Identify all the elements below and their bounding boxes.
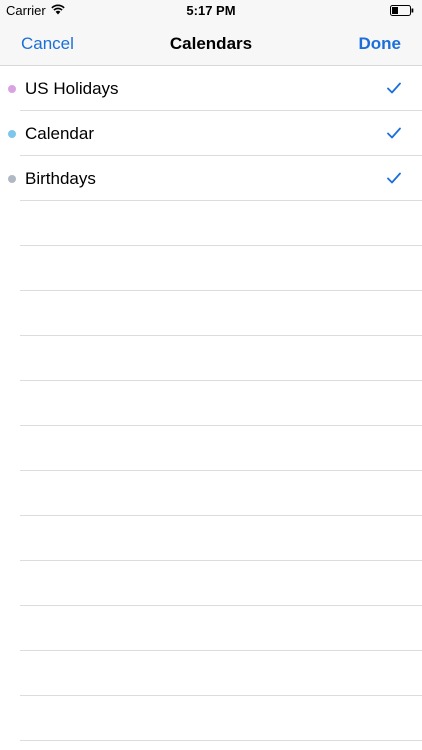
checkmark-icon [387,82,401,94]
navigation-bar: Cancel Calendars Done [0,22,422,66]
empty-row [0,561,422,606]
status-bar: Carrier 5:17 PM [0,0,422,22]
empty-row [0,651,422,696]
empty-row [0,246,422,291]
empty-row [0,201,422,246]
calendar-color-dot [8,85,16,93]
status-time: 5:17 PM [186,3,236,18]
empty-row [0,291,422,336]
empty-row [0,471,422,516]
cancel-button[interactable]: Cancel [21,22,74,66]
empty-row [0,336,422,381]
battery-icon [390,5,414,16]
empty-row [0,516,422,561]
calendar-row-us-holidays[interactable]: US Holidays [0,66,422,111]
done-button[interactable]: Done [359,22,402,66]
calendar-name: Birthdays [25,169,96,188]
checkmark-icon [387,172,401,184]
empty-row [0,426,422,471]
empty-row [0,381,422,426]
calendar-name: US Holidays [25,79,119,98]
checkmark-icon [387,127,401,139]
calendar-color-dot [8,175,16,183]
calendar-name: Calendar [25,124,94,143]
calendar-row-calendar[interactable]: Calendar [0,111,422,156]
calendar-row-birthdays[interactable]: Birthdays [0,156,422,201]
calendar-color-dot [8,130,16,138]
empty-row [0,696,422,741]
calendar-list: US Holidays Calendar Birthdays [0,66,422,741]
empty-row [0,606,422,651]
